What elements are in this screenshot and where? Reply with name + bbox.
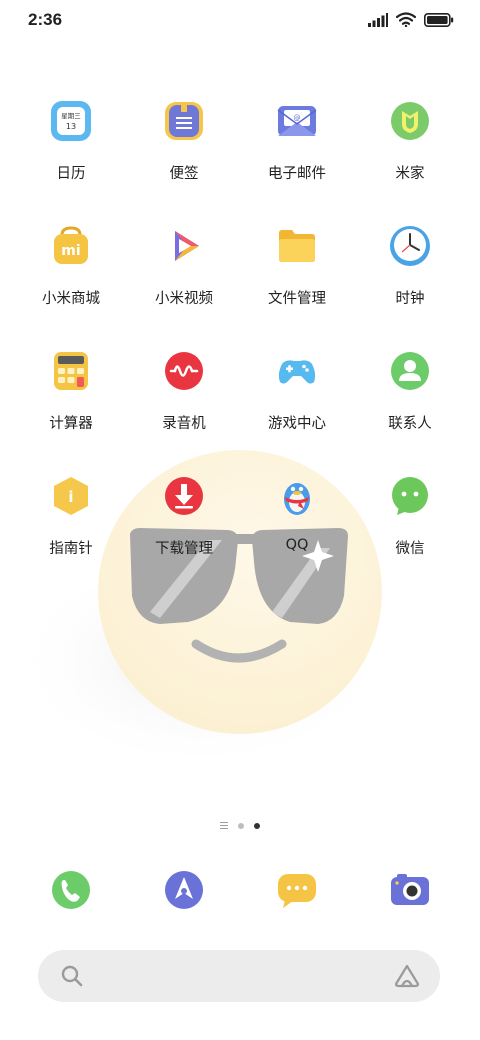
message-bubble-icon xyxy=(278,874,316,908)
app-email[interactable]: @ 电子邮件 xyxy=(247,98,347,183)
app-notes[interactable]: 便签 xyxy=(134,98,234,183)
wallpaper-shadow xyxy=(10,550,390,770)
svg-text:i: i xyxy=(68,488,73,506)
app-compass[interactable]: i 指南针 xyxy=(21,473,121,558)
mijia-icon xyxy=(391,102,429,140)
svg-text:13: 13 xyxy=(66,122,76,131)
calculator-icon xyxy=(54,352,88,390)
xiaoai-assistant-icon[interactable] xyxy=(394,964,420,988)
page-indicator-menu-icon xyxy=(220,822,228,829)
wifi-icon xyxy=(396,12,416,27)
person-icon xyxy=(391,352,429,390)
app-label: QQ xyxy=(285,537,309,553)
svg-text:星期三: 星期三 xyxy=(61,112,81,120)
app-label: 下载管理 xyxy=(155,541,213,557)
app-label: 录音机 xyxy=(162,416,206,432)
app-label: 时钟 xyxy=(395,291,425,307)
app-file-manager[interactable]: 文件管理 xyxy=(247,223,347,308)
download-icon xyxy=(165,477,203,515)
folder-icon xyxy=(279,230,315,262)
signal-icon xyxy=(368,12,388,27)
status-time: 2:36 xyxy=(28,10,63,29)
soundwave-icon xyxy=(165,352,203,390)
battery-icon xyxy=(424,12,454,27)
browser-compass-icon xyxy=(165,871,203,909)
dock-phone[interactable] xyxy=(21,866,121,918)
app-contacts[interactable]: 联系人 xyxy=(360,348,460,433)
svg-text:@: @ xyxy=(294,114,301,122)
phone-icon xyxy=(52,871,90,909)
svg-text:mi: mi xyxy=(61,243,80,259)
search-bar[interactable] xyxy=(38,950,440,1002)
qq-penguin-icon xyxy=(284,483,310,515)
app-label: 小米视频 xyxy=(155,291,213,307)
app-label: 文件管理 xyxy=(268,291,326,307)
calendar-icon: 星期三 13 xyxy=(51,101,91,141)
gamepad-icon xyxy=(278,360,316,384)
page-dot-active xyxy=(254,822,260,829)
app-recorder[interactable]: 录音机 xyxy=(134,348,234,433)
app-label: 微信 xyxy=(395,541,425,557)
clock-icon xyxy=(390,226,430,266)
app-calculator[interactable]: 计算器 xyxy=(21,348,121,433)
app-label: 小米商城 xyxy=(42,291,100,307)
mi-store-icon: mi xyxy=(54,226,88,264)
dock-browser[interactable] xyxy=(134,866,234,918)
email-icon: @ xyxy=(277,106,317,136)
app-label: 电子邮件 xyxy=(268,166,326,182)
status-icons xyxy=(368,12,454,27)
search-icon xyxy=(61,965,83,987)
app-label: 便签 xyxy=(169,166,199,182)
app-mi-video[interactable]: 小米视频 xyxy=(134,223,234,308)
dock-messages[interactable] xyxy=(247,866,347,918)
notes-icon xyxy=(165,102,203,140)
app-wechat[interactable]: 微信 xyxy=(360,473,460,558)
app-game-center[interactable]: 游戏中心 xyxy=(247,348,347,433)
app-clock[interactable]: 时钟 xyxy=(360,223,460,308)
app-label: 日历 xyxy=(56,166,86,182)
app-label: 米家 xyxy=(395,166,425,182)
camera-icon xyxy=(391,874,429,905)
app-calendar[interactable]: 星期三 13 日历 xyxy=(21,98,121,183)
app-qq[interactable]: QQ xyxy=(247,473,347,553)
video-play-icon xyxy=(175,231,199,261)
dock-camera[interactable] xyxy=(360,866,460,918)
app-label: 指南针 xyxy=(49,541,93,557)
app-downloads[interactable]: 下载管理 xyxy=(134,473,234,558)
app-label: 联系人 xyxy=(388,416,432,432)
app-mi-store[interactable]: mi 小米商城 xyxy=(21,223,121,308)
wallpaper-smile xyxy=(191,639,287,663)
wechat-bubble-icon xyxy=(392,477,428,515)
compass-icon: i xyxy=(54,477,88,515)
page-dot xyxy=(238,822,244,829)
app-label: 游戏中心 xyxy=(268,416,326,432)
status-bar: 2:36 xyxy=(0,0,480,40)
app-mijia[interactable]: 米家 xyxy=(360,98,460,183)
page-indicator[interactable] xyxy=(0,822,480,829)
app-label: 计算器 xyxy=(49,416,93,432)
